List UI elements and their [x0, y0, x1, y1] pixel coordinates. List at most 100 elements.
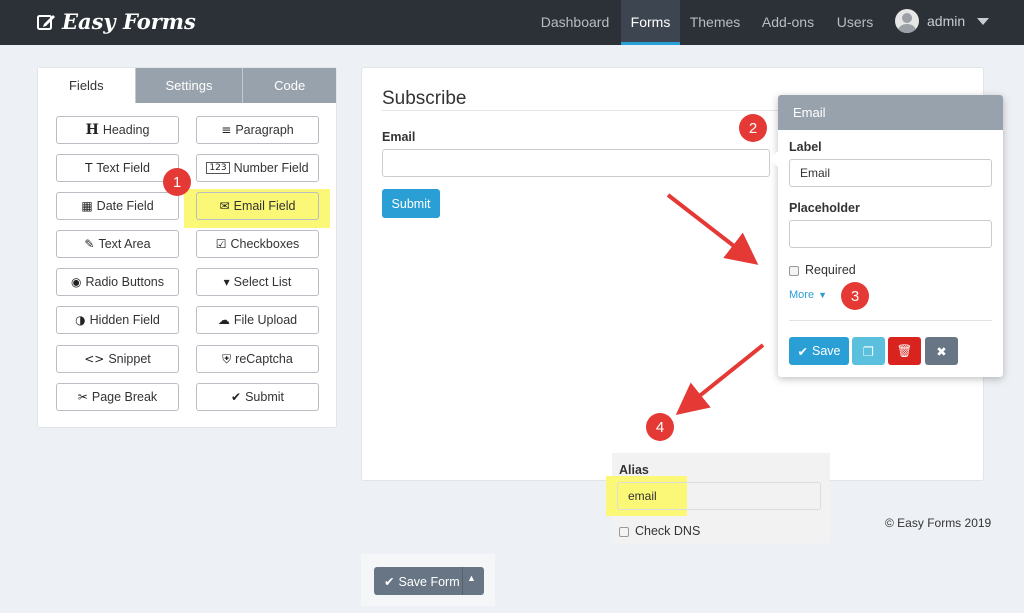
heading-label: Heading — [102, 123, 150, 137]
radio-buttons-button[interactable]: ◉ Radio Buttons — [56, 268, 179, 296]
check-icon: ✔ — [231, 390, 242, 404]
required-label: Required — [805, 263, 856, 277]
email-input[interactable] — [382, 149, 770, 177]
check-icon: ✔ — [384, 575, 395, 589]
save-form-button[interactable]: ✔ Save Form ▲ — [374, 567, 484, 595]
shield-icon: ⛨ — [222, 351, 232, 366]
title-divider — [382, 110, 780, 111]
popover-arrow — [770, 150, 779, 168]
hidden-field-button[interactable]: ◑ Hidden Field — [56, 306, 179, 334]
nav-users[interactable]: Users — [830, 0, 880, 45]
recaptcha-label: reCaptcha — [235, 352, 293, 366]
number-field-label: Number Field — [233, 161, 309, 175]
radio-icon: ◉ — [70, 275, 82, 289]
scissors-icon: ✂ — [77, 390, 88, 404]
date-field-button[interactable]: ▦ Date Field — [56, 192, 179, 220]
caret-up-icon[interactable]: ▲ — [467, 573, 476, 583]
nav-forms[interactable]: Forms — [621, 0, 680, 45]
file-upload-button[interactable]: ☁ File Upload — [196, 306, 319, 334]
upload-icon: ☁ — [217, 313, 230, 327]
calendar-icon: ▦ — [81, 199, 93, 213]
email-field-button[interactable]: ✉ Email Field — [196, 192, 319, 220]
submit-button[interactable]: Submit — [382, 189, 440, 218]
radio-buttons-label: Radio Buttons — [85, 275, 164, 289]
select-icon: ▾ — [223, 275, 230, 289]
select-list-button[interactable]: ▾ Select List — [196, 268, 319, 296]
popover-title: Email — [778, 95, 1003, 130]
more-link[interactable]: More ▼ — [789, 289, 827, 301]
paragraph-label: Paragraph — [235, 123, 294, 137]
annotation-badge-4: 4 — [646, 413, 674, 441]
check-dns-checkbox[interactable]: Check DNS — [619, 524, 700, 538]
checkbox-icon — [619, 526, 629, 537]
email-field-popover: Email Label Email Placeholder Required M… — [770, 95, 1003, 377]
nav-dashboard[interactable]: Dashboard — [533, 0, 617, 45]
alias-input[interactable]: email — [617, 482, 821, 510]
edit-icon: ✎ — [84, 237, 95, 251]
save-form-label: Save Form — [398, 574, 460, 589]
heading-button[interactable]: H Heading — [56, 116, 179, 144]
check-dns-label: Check DNS — [635, 524, 701, 538]
placeholder-input[interactable] — [789, 220, 992, 248]
edit-icon — [37, 14, 55, 30]
copy-icon: ❐ — [862, 344, 875, 359]
text-field-button[interactable]: T Text Field — [56, 154, 179, 182]
number-field-button[interactable]: 123 Number Field — [196, 154, 319, 182]
email-field-label: Email Field — [233, 199, 296, 213]
paragraph-button[interactable]: ≡ Paragraph — [196, 116, 319, 144]
date-field-label: Date Field — [96, 199, 154, 213]
checkboxes-button[interactable]: ☑ Checkboxes — [196, 230, 319, 258]
annotation-badge-2: 2 — [739, 114, 767, 142]
label-input[interactable]: Email — [789, 159, 992, 187]
close-button[interactable]: ✖ — [925, 337, 958, 365]
tab-settings[interactable]: Settings — [134, 68, 243, 103]
snippet-label: Snippet — [108, 352, 151, 366]
placeholder-label: Placeholder — [789, 201, 860, 215]
number-field-icon: 123 — [206, 162, 230, 174]
text-field-label: Text Field — [96, 161, 150, 175]
brand-logo[interactable]: Easy Forms — [36, 9, 196, 34]
split-divider — [462, 567, 463, 595]
close-icon: ✖ — [936, 344, 947, 359]
copy-button[interactable]: ❐ — [852, 337, 885, 365]
more-label: More — [789, 289, 815, 301]
fields-tabs: Fields Settings Code — [38, 68, 336, 103]
nav-themes[interactable]: Themes — [684, 0, 746, 45]
save-button[interactable]: ✔ Save — [789, 337, 849, 365]
user-name: admin — [927, 13, 966, 29]
chevron-down-icon: ▼ — [818, 290, 827, 300]
snippet-button[interactable]: <> Snippet — [56, 345, 179, 373]
check-icon: ✔ — [797, 344, 808, 359]
checkboxes-label: Checkboxes — [230, 237, 300, 251]
text-area-label: Text Area — [98, 237, 151, 251]
heading-icon: H — [85, 122, 99, 138]
trash-icon: 🗑 — [896, 343, 913, 358]
submit-button[interactable]: ✔ Submit — [196, 383, 319, 411]
select-list-label: Select List — [233, 275, 292, 289]
required-checkbox[interactable]: Required — [789, 263, 856, 277]
tab-fields[interactable]: Fields — [38, 68, 135, 103]
code-icon: <> — [84, 352, 105, 366]
nav-add-ons[interactable]: Add-ons — [756, 0, 820, 45]
footer-copyright: © Easy Forms 2019 — [885, 516, 992, 530]
user-menu[interactable]: admin — [895, 9, 990, 33]
popover-divider — [789, 320, 992, 321]
hidden-icon: ◑ — [75, 313, 86, 327]
delete-button[interactable]: 🗑 — [888, 337, 921, 365]
alias-panel: Alias email Check DNS — [606, 453, 830, 543]
text-area-button[interactable]: ✎ Text Area — [56, 230, 179, 258]
hidden-field-label: Hidden Field — [89, 313, 160, 327]
label-label: Label — [789, 140, 822, 154]
paragraph-icon: ≡ — [221, 123, 232, 137]
checkbox-icon — [789, 265, 799, 276]
page-break-label: Page Break — [91, 390, 158, 404]
file-upload-label: File Upload — [233, 313, 298, 327]
tab-code[interactable]: Code — [242, 68, 336, 103]
email-label: Email — [382, 130, 416, 144]
page-break-button[interactable]: ✂ Page Break — [56, 383, 179, 411]
text-field-icon: T — [85, 161, 93, 175]
checkbox-icon: ☑ — [215, 237, 227, 251]
submit-label: Submit — [245, 390, 284, 404]
envelope-icon: ✉ — [219, 199, 230, 213]
recaptcha-button[interactable]: ⛨ reCaptcha — [196, 345, 319, 373]
